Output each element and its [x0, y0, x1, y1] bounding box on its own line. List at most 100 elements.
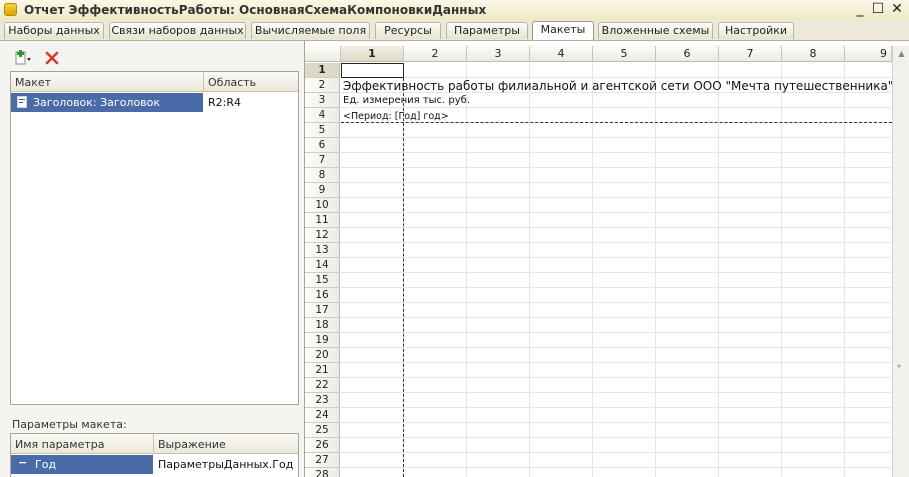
units-cell[interactable]: Ед. измерения тыс. руб. — [343, 95, 470, 106]
gridline-horizontal — [341, 227, 892, 228]
gridline-horizontal — [341, 137, 892, 138]
gridline-vertical — [844, 63, 845, 477]
gridline-horizontal — [341, 407, 892, 408]
row-header-13[interactable]: 13 — [305, 243, 340, 258]
gridline-horizontal — [341, 257, 892, 258]
layouts-table: Макет Область Заголовок: Заголовок R2:R4 — [10, 71, 299, 405]
row-header-6[interactable]: 6 — [305, 138, 340, 153]
row-header-1[interactable]: 1 — [305, 63, 340, 78]
row-header-26[interactable]: 26 — [305, 438, 340, 453]
selected-cell[interactable] — [341, 63, 404, 78]
column-header-4[interactable]: 4 — [530, 46, 593, 62]
gridline-horizontal — [341, 107, 892, 108]
maximize-button[interactable]: ☐ — [869, 1, 887, 18]
period-cell[interactable]: <Период: [Год] год> — [343, 111, 449, 122]
tab-settings[interactable]: Настройки — [718, 22, 794, 39]
gridline-vertical — [466, 63, 467, 477]
row-header-23[interactable]: 23 — [305, 393, 340, 408]
column-header-param-name[interactable]: Имя параметра — [11, 434, 154, 454]
row-header-17[interactable]: 17 — [305, 303, 340, 318]
tab-bar: Наборы данных Связи наборов данных Вычис… — [0, 20, 909, 41]
delete-layout-button[interactable] — [44, 50, 60, 66]
gridline-vertical — [781, 63, 782, 477]
spreadsheet[interactable]: 1 2 3 4 5 6 7 8 9 1 2 3 4 5 6 7 8 9 10 11 12 13 14 15 1… — [304, 41, 909, 477]
param-name: Год — [35, 458, 57, 471]
params-table: Имя параметра Выражение − Год ПараметрыД… — [10, 433, 299, 477]
row-header-14[interactable]: 14 — [305, 258, 340, 273]
tab-dataset-links[interactable]: Связи наборов данных — [109, 22, 246, 39]
window-title: Отчет ЭффективностьРаботы: ОсновнаяСхема… — [24, 3, 487, 17]
layout-area: R2:R4 — [208, 96, 241, 109]
row-header-3[interactable]: 3 — [305, 93, 340, 108]
add-icon — [15, 50, 31, 65]
row-header-11[interactable]: 11 — [305, 213, 340, 228]
row-header-8[interactable]: 8 — [305, 168, 340, 183]
tab-calculated-fields[interactable]: Вычисляемые поля — [251, 22, 370, 39]
column-header-5[interactable]: 5 — [593, 46, 656, 62]
row-header-25[interactable]: 25 — [305, 423, 340, 438]
column-header-1[interactable]: 1 — [341, 46, 404, 62]
gridline-horizontal — [341, 212, 892, 213]
gridline-horizontal — [341, 452, 892, 453]
row-header-24[interactable]: 24 — [305, 408, 340, 423]
gridline-horizontal — [341, 167, 892, 168]
gridline-horizontal — [341, 347, 892, 348]
gridline-horizontal — [341, 302, 892, 303]
app-icon — [4, 3, 17, 16]
row-header-7[interactable]: 7 — [305, 153, 340, 168]
layout-name: Заголовок: Заголовок — [33, 96, 161, 109]
vertical-scrollbar[interactable]: ▲ ▾ — [892, 46, 909, 477]
row-header-9[interactable]: 9 — [305, 183, 340, 198]
row-header-12[interactable]: 12 — [305, 228, 340, 243]
row-header-19[interactable]: 19 — [305, 333, 340, 348]
column-header-7[interactable]: 7 — [719, 46, 782, 62]
row-header-21[interactable]: 21 — [305, 363, 340, 378]
tab-datasets[interactable]: Наборы данных — [4, 22, 104, 39]
column-header-expression[interactable]: Выражение — [154, 434, 298, 454]
row-header-28[interactable]: 28 — [305, 468, 340, 477]
column-header-3[interactable]: 3 — [467, 46, 530, 62]
area-boundary-vertical — [403, 63, 404, 477]
close-button[interactable]: ✕ — [888, 1, 906, 18]
gridline-horizontal — [341, 182, 892, 183]
column-header-layout[interactable]: Макет — [11, 72, 204, 92]
collapse-icon[interactable]: − — [18, 456, 27, 469]
add-layout-button[interactable] — [14, 50, 32, 66]
gridline-horizontal — [341, 392, 892, 393]
tab-parameters[interactable]: Параметры — [446, 22, 528, 39]
gridline-horizontal — [341, 287, 892, 288]
row-header-10[interactable]: 10 — [305, 198, 340, 213]
tab-layouts[interactable]: Макеты — [532, 21, 594, 40]
row-header-16[interactable]: 16 — [305, 288, 340, 303]
column-header-6[interactable]: 6 — [656, 46, 719, 62]
column-header-2[interactable]: 2 — [404, 46, 467, 62]
gridline-horizontal — [341, 437, 892, 438]
row-header-18[interactable]: 18 — [305, 318, 340, 333]
column-header-9[interactable]: 9 — [845, 46, 892, 62]
row-header-4[interactable]: 4 — [305, 108, 340, 123]
table-row[interactable]: − Год ПараметрыДанных.Год — [11, 455, 298, 474]
row-header-27[interactable]: 27 — [305, 453, 340, 468]
row-header-2[interactable]: 2 — [305, 78, 340, 93]
gridline-horizontal — [341, 467, 892, 468]
column-header-area[interactable]: Область — [204, 72, 298, 92]
row-header-15[interactable]: 15 — [305, 273, 340, 288]
scroll-up-arrow-icon[interactable]: ▲ — [895, 47, 908, 61]
report-title-cell[interactable]: Эффективность работы филиальной и агентс… — [343, 79, 893, 93]
minimize-button[interactable]: _ — [851, 1, 869, 18]
gridline-vertical — [529, 63, 530, 477]
layout-icon — [17, 96, 27, 108]
column-header-8[interactable]: 8 — [782, 46, 845, 62]
table-row[interactable]: Заголовок: Заголовок R2:R4 — [11, 93, 298, 112]
gridline-horizontal — [341, 77, 892, 78]
row-header-5[interactable]: 5 — [305, 123, 340, 138]
row-header-22[interactable]: 22 — [305, 378, 340, 393]
row-header-20[interactable]: 20 — [305, 348, 340, 363]
gridline-horizontal — [341, 152, 892, 153]
gridline-vertical — [592, 63, 593, 477]
param-expression: ПараметрыДанных.Год — [158, 458, 294, 471]
gridline-horizontal — [341, 362, 892, 363]
tab-nested-schemes[interactable]: Вложенные схемы — [598, 22, 713, 39]
tab-resources[interactable]: Ресурсы — [375, 22, 441, 39]
corner-cell — [305, 46, 341, 62]
